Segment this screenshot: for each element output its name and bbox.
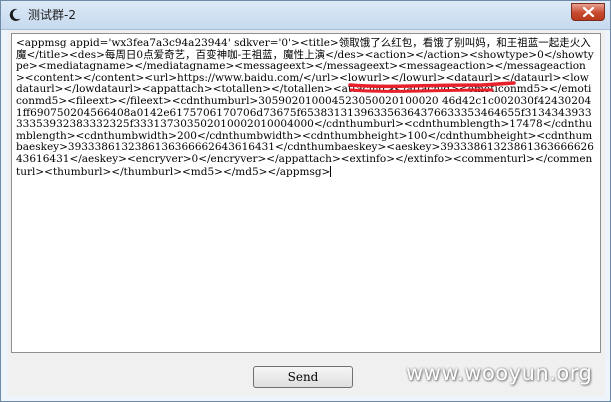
close-button[interactable] — [571, 3, 605, 21]
message-input[interactable]: <appmsg appid='wx3fea7a3c94a23944' sdkve… — [11, 33, 601, 353]
send-button[interactable]: Send — [253, 366, 353, 388]
text-caret — [330, 165, 332, 177]
window-title: 测试群-2 — [28, 8, 76, 22]
title-bar[interactable]: 测试群-2 — [1, 1, 610, 30]
message-body: <appmsg appid='wx3fea7a3c94a23944' sdkve… — [16, 37, 594, 178]
watermark: www.wooyun.org — [406, 361, 593, 385]
message-text: <appmsg appid='wx3fea7a3c94a23944' sdkve… — [16, 37, 594, 178]
close-icon — [582, 7, 595, 17]
chat-window: 测试群-2 <appmsg appid='wx3fea7a3c94a23944'… — [0, 0, 611, 402]
moon-icon — [7, 7, 23, 23]
client-area: <appmsg appid='wx3fea7a3c94a23944' sdkve… — [8, 30, 605, 396]
